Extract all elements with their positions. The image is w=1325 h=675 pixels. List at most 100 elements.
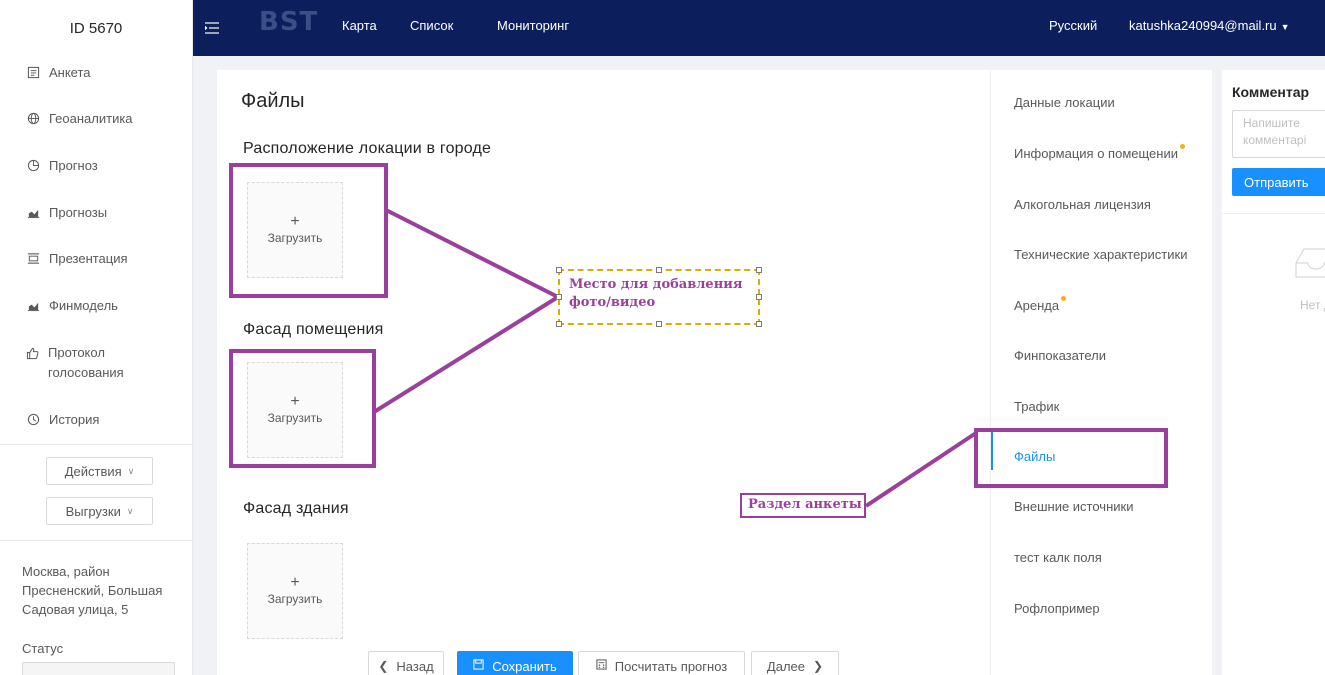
nav-item-label: Внешние источники: [1014, 499, 1134, 514]
pie-chart-icon: [26, 159, 40, 173]
comments-empty-text: Нет д: [1300, 298, 1325, 312]
sidebar-item-geoanalytics[interactable]: Геоаналитика: [26, 111, 133, 126]
comment-placeholder: комментарі: [1243, 133, 1307, 147]
nav-item-label: Трафик: [1014, 399, 1060, 414]
calculate-forecast-label: Посчитать прогноз: [614, 658, 728, 674]
sidebar-item-history[interactable]: История: [26, 412, 99, 427]
status-select[interactable]: [22, 662, 175, 675]
nav-monitoring[interactable]: Мониторинг: [497, 18, 569, 33]
sidebar-item-presentation[interactable]: Презентация: [26, 251, 128, 266]
sidebar-item-label: Протокол голосования: [48, 345, 124, 380]
globe-icon: [26, 112, 40, 126]
upload-city-location[interactable]: + Загрузить: [247, 182, 343, 278]
upload-label: Загрузить: [267, 231, 323, 245]
nav-item-test-calc-fields[interactable]: тест калк поля: [1014, 550, 1102, 565]
caret-down-icon: ▼: [1280, 22, 1290, 32]
user-email: katushka240994@mail.ru: [1129, 18, 1277, 33]
brand-logo[interactable]: BST: [259, 7, 318, 37]
chevron-left-icon: ❮: [378, 659, 389, 673]
resize-handle: [656, 267, 662, 273]
send-comment-button[interactable]: Отправить: [1232, 168, 1325, 196]
resize-handle: [556, 267, 562, 273]
plus-icon: +: [290, 213, 300, 230]
nav-item-roflo-example[interactable]: Рофлопример: [1014, 601, 1100, 616]
annotation-media-place: Место для добавления фото/видео: [556, 267, 762, 327]
nav-item-external-sources[interactable]: Внешние источники: [1014, 499, 1133, 514]
section-title-premises-facade: Фасад помещения: [243, 321, 384, 338]
sidebar-item-label: Презентация: [49, 251, 128, 266]
nav-item-label: Файлы: [1014, 449, 1056, 464]
actions-dropdown-label: Действия: [64, 463, 122, 479]
next-button-label: Далее: [766, 658, 806, 674]
sidebar-item-forecasts[interactable]: Прогнозы: [26, 205, 107, 220]
nav-item-premises-info[interactable]: Информация о помещении: [1014, 144, 1185, 161]
resize-handle: [556, 294, 562, 300]
nav-item-fin-indicators[interactable]: Финпоказатели: [1014, 348, 1106, 363]
sidebar-divider: [0, 444, 193, 445]
presentation-icon: [26, 252, 40, 266]
nav-item-alcohol-license[interactable]: Алкогольная лицензия: [1014, 197, 1151, 212]
menu-toggle-icon[interactable]: [205, 22, 219, 34]
chevron-down-icon: ∨: [127, 465, 135, 476]
status-label: Статус: [22, 641, 64, 656]
resize-handle: [756, 321, 762, 327]
upload-premises-facade[interactable]: + Загрузить: [247, 362, 343, 458]
nav-item-label: Технические характеристики: [1014, 247, 1188, 262]
form-section-nav: Данные локации Информация о помещении Ал…: [990, 70, 1212, 675]
resize-handle: [756, 294, 762, 300]
comments-divider: [1222, 213, 1325, 214]
section-title-building-facade: Фасад здания: [243, 500, 349, 517]
upload-label: Загрузить: [267, 592, 323, 606]
save-icon: [473, 659, 484, 673]
user-menu[interactable]: katushka240994@mail.ru ▼: [1129, 18, 1290, 33]
sidebar-item-label: Прогнозы: [49, 205, 108, 220]
clock-icon: [26, 413, 40, 427]
save-button[interactable]: Сохранить: [457, 651, 573, 675]
nav-list[interactable]: Список: [410, 18, 453, 33]
next-button[interactable]: Далее ❯: [751, 651, 839, 675]
actions-dropdown[interactable]: Действия ∨: [46, 457, 153, 485]
active-indicator: [991, 432, 993, 470]
files-card: Файлы Расположение локации в городе + За…: [217, 70, 990, 675]
sidebar-item-anketa[interactable]: Анкета: [26, 65, 91, 80]
resize-handle: [756, 267, 762, 273]
warning-dot: [1061, 296, 1067, 301]
comment-placeholder: Напишите: [1243, 116, 1300, 130]
back-button[interactable]: ❮ Назад: [368, 651, 444, 675]
exports-dropdown[interactable]: Выгрузки ∨: [46, 497, 153, 525]
sidebar-item-voting-protocol[interactable]: Протокол голосования: [26, 343, 146, 383]
section-title-city-location: Расположение локации в городе: [243, 140, 492, 157]
nav-item-label: Аренда: [1014, 298, 1060, 313]
sidebar-item-label: История: [49, 412, 100, 427]
sidebar-item-forecast[interactable]: Прогноз: [26, 158, 98, 173]
empty-inbox-icon: [1295, 248, 1325, 278]
like-icon: [26, 346, 39, 360]
nav-item-location-data[interactable]: Данные локации: [1014, 95, 1115, 110]
language-switcher[interactable]: Русский: [1049, 18, 1097, 33]
calculate-forecast-button[interactable]: Посчитать прогноз: [578, 651, 745, 675]
nav-item-label: тест калк поля: [1014, 550, 1102, 565]
sidebar-divider: [0, 540, 193, 541]
nav-item-traffic[interactable]: Трафик: [1014, 399, 1059, 414]
comments-title: Комментар: [1232, 84, 1310, 100]
sidebar-item-label: Геоаналитика: [49, 111, 133, 126]
comment-input[interactable]: Напишите комментарі: [1232, 110, 1325, 158]
nav-item-rent[interactable]: Аренда: [1014, 296, 1067, 313]
nav-item-label: Данные локации: [1014, 95, 1115, 110]
upload-label: Загрузить: [267, 411, 323, 425]
form-actions: ❮ Назад Сохранить Посчитать прогноз Дале…: [217, 651, 990, 675]
nav-item-label: Информация о помещении: [1014, 146, 1178, 161]
save-button-label: Сохранить: [492, 658, 557, 674]
warning-dot: [1179, 144, 1185, 149]
resize-handle: [656, 321, 662, 327]
nav-item-files[interactable]: Файлы: [1014, 449, 1055, 464]
area-chart-icon: [26, 206, 40, 220]
sidebar-item-label: Финмодель: [49, 298, 118, 313]
annotation-media-place-text: Место для добавления фото/видео: [569, 277, 743, 310]
nav-item-label: Алкогольная лицензия: [1014, 197, 1151, 212]
nav-item-tech-specs[interactable]: Технические характеристики: [1014, 247, 1187, 262]
plus-icon: +: [290, 393, 300, 410]
nav-map[interactable]: Карта: [342, 18, 377, 33]
sidebar-item-finmodel[interactable]: Финмодель: [26, 298, 118, 313]
upload-building-facade[interactable]: + Загрузить: [247, 543, 343, 639]
